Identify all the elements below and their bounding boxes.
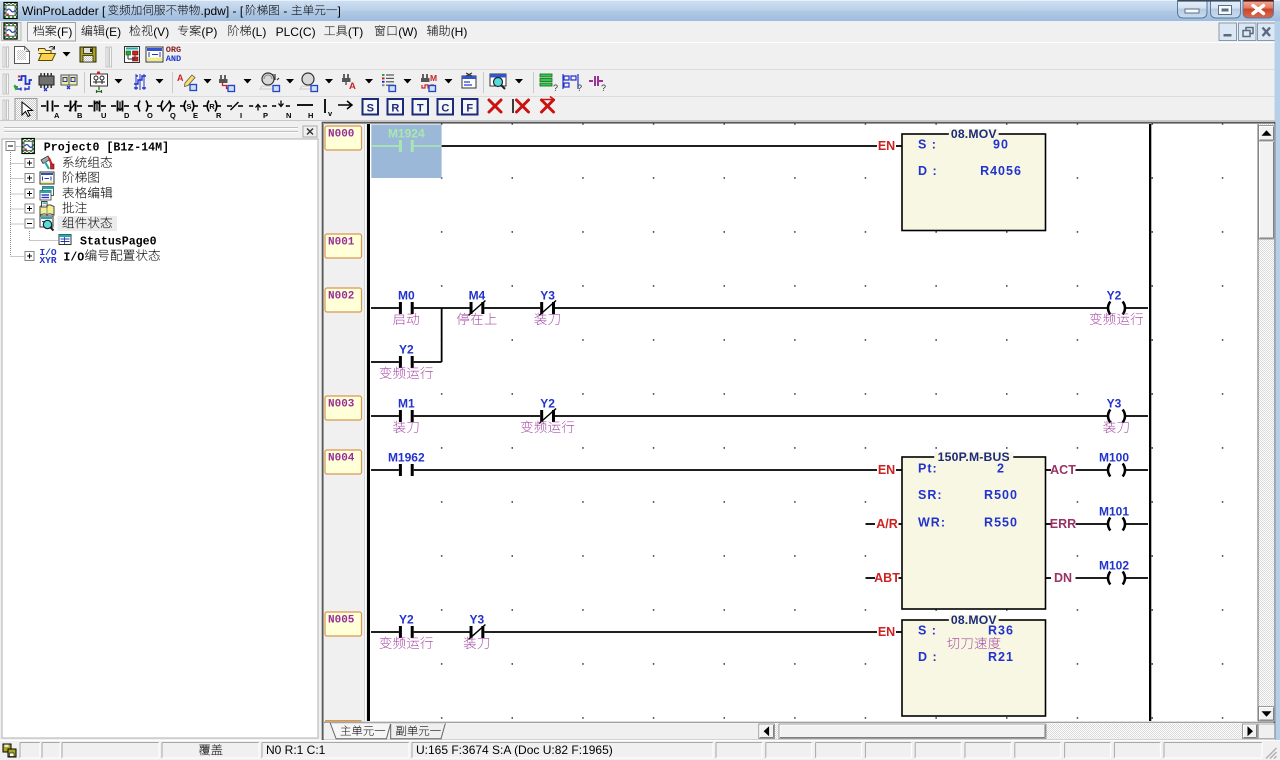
svg-text:P: P <box>263 111 268 120</box>
svg-text:(T): (T) <box>348 25 363 39</box>
svg-text:R: R <box>216 111 222 120</box>
svg-text:Y3: Y3 <box>470 613 485 627</box>
svg-text:R: R <box>209 102 215 111</box>
svg-text:I: I <box>240 111 242 120</box>
svg-text:R4056: R4056 <box>980 164 1022 178</box>
svg-text:N003: N003 <box>328 399 355 411</box>
svg-text:N001: N001 <box>328 237 355 249</box>
svg-text:M102: M102 <box>1099 559 1129 573</box>
svg-text:XYR: XYR <box>39 255 56 266</box>
svg-text:F: F <box>466 103 473 115</box>
svg-text:U: U <box>101 111 106 120</box>
svg-text:?: ? <box>601 83 606 93</box>
svg-text:N002: N002 <box>328 291 354 303</box>
svg-text:N000: N000 <box>328 129 354 141</box>
svg-text:(W): (W) <box>398 25 417 39</box>
svg-text:EN: EN <box>878 139 895 153</box>
svg-text:SR:: SR: <box>918 488 943 502</box>
svg-text:S: S <box>186 102 191 111</box>
svg-text:?: ? <box>553 83 558 93</box>
svg-text:AND: AND <box>166 54 181 64</box>
svg-text:A/R: A/R <box>876 517 898 531</box>
svg-text:WR:: WR: <box>918 516 946 530</box>
svg-text:EN: EN <box>878 463 895 477</box>
svg-text:StatusPage0: StatusPage0 <box>80 235 157 248</box>
svg-text:ABT: ABT <box>874 571 900 585</box>
svg-text:WinProLadder [: WinProLadder [ <box>22 4 106 18</box>
svg-text:T: T <box>417 103 424 115</box>
svg-text:R21: R21 <box>988 650 1014 664</box>
svg-text:R: R <box>391 103 399 115</box>
svg-text:O: O <box>147 111 153 120</box>
svg-text:M4: M4 <box>469 289 486 303</box>
svg-text:N005: N005 <box>328 615 355 627</box>
svg-text:N0 R:1 C:1: N0 R:1 C:1 <box>266 743 326 757</box>
svg-text:(H): (H) <box>451 25 468 39</box>
svg-text:M: M <box>430 73 437 83</box>
svg-text:D: D <box>124 111 130 120</box>
svg-text:S :: S : <box>918 138 937 152</box>
svg-text:B: B <box>77 111 83 120</box>
svg-text:M100: M100 <box>1099 451 1129 465</box>
svg-text:R500: R500 <box>984 488 1018 502</box>
svg-text:M1: M1 <box>398 397 415 411</box>
svg-text:M0: M0 <box>398 289 415 303</box>
svg-text:Y2: Y2 <box>540 397 555 411</box>
svg-text:Y3: Y3 <box>540 289 555 303</box>
svg-text:PLC(C): PLC(C) <box>276 25 316 39</box>
svg-text:A: A <box>177 73 184 83</box>
svg-text:DN: DN <box>1054 571 1072 585</box>
svg-text:M101: M101 <box>1099 505 1129 519</box>
svg-text:EN: EN <box>878 625 895 639</box>
svg-text:N004: N004 <box>328 453 355 465</box>
svg-text:]: ] <box>338 4 341 18</box>
svg-text:08.MOV: 08.MOV <box>951 127 998 141</box>
svg-text:Project0 [B1z-14M]: Project0 [B1z-14M] <box>44 141 169 154</box>
svg-text:M1924: M1924 <box>388 127 425 141</box>
svg-text:(P): (P) <box>201 25 217 39</box>
svg-text:M1962: M1962 <box>388 451 425 465</box>
svg-text:(L): (L) <box>252 25 267 39</box>
svg-text:Y2: Y2 <box>1107 289 1122 303</box>
svg-text:H: H <box>308 111 313 120</box>
svg-text:E: E <box>193 111 198 120</box>
svg-text:N: N <box>286 111 291 120</box>
svg-text:Q: Q <box>170 111 176 120</box>
svg-text:S: S <box>367 103 374 115</box>
svg-text:-: - <box>280 4 291 18</box>
svg-text:(F): (F) <box>57 25 72 39</box>
svg-text:U:165 F:3674 S:A (Doc U:82 F:1: U:165 F:3674 S:A (Doc U:82 F:1965) <box>416 743 613 757</box>
svg-text:.pdw] - [: .pdw] - [ <box>201 4 244 18</box>
svg-text:ERR: ERR <box>1050 517 1076 531</box>
svg-text:Y2: Y2 <box>399 343 414 357</box>
svg-text:90: 90 <box>993 138 1009 152</box>
svg-text:Y2: Y2 <box>399 613 414 627</box>
svg-text:ACT: ACT <box>1050 463 1076 477</box>
svg-text:Pt:: Pt: <box>918 462 938 476</box>
svg-text:(E): (E) <box>105 25 121 39</box>
svg-text:I/O: I/O <box>63 251 84 264</box>
svg-text:S :: S : <box>918 624 937 638</box>
svg-text:R550: R550 <box>984 516 1018 530</box>
svg-text:Y3: Y3 <box>1107 397 1122 411</box>
svg-text:D :: D : <box>918 650 938 664</box>
svg-text:D :: D : <box>918 164 938 178</box>
svg-text:?: ? <box>577 83 582 93</box>
svg-text:A: A <box>349 81 356 92</box>
svg-text:C: C <box>441 103 449 115</box>
svg-text:(V): (V) <box>153 25 169 39</box>
svg-text:R36: R36 <box>988 624 1014 638</box>
svg-text:2: 2 <box>997 462 1005 476</box>
svg-text:A: A <box>54 111 60 120</box>
